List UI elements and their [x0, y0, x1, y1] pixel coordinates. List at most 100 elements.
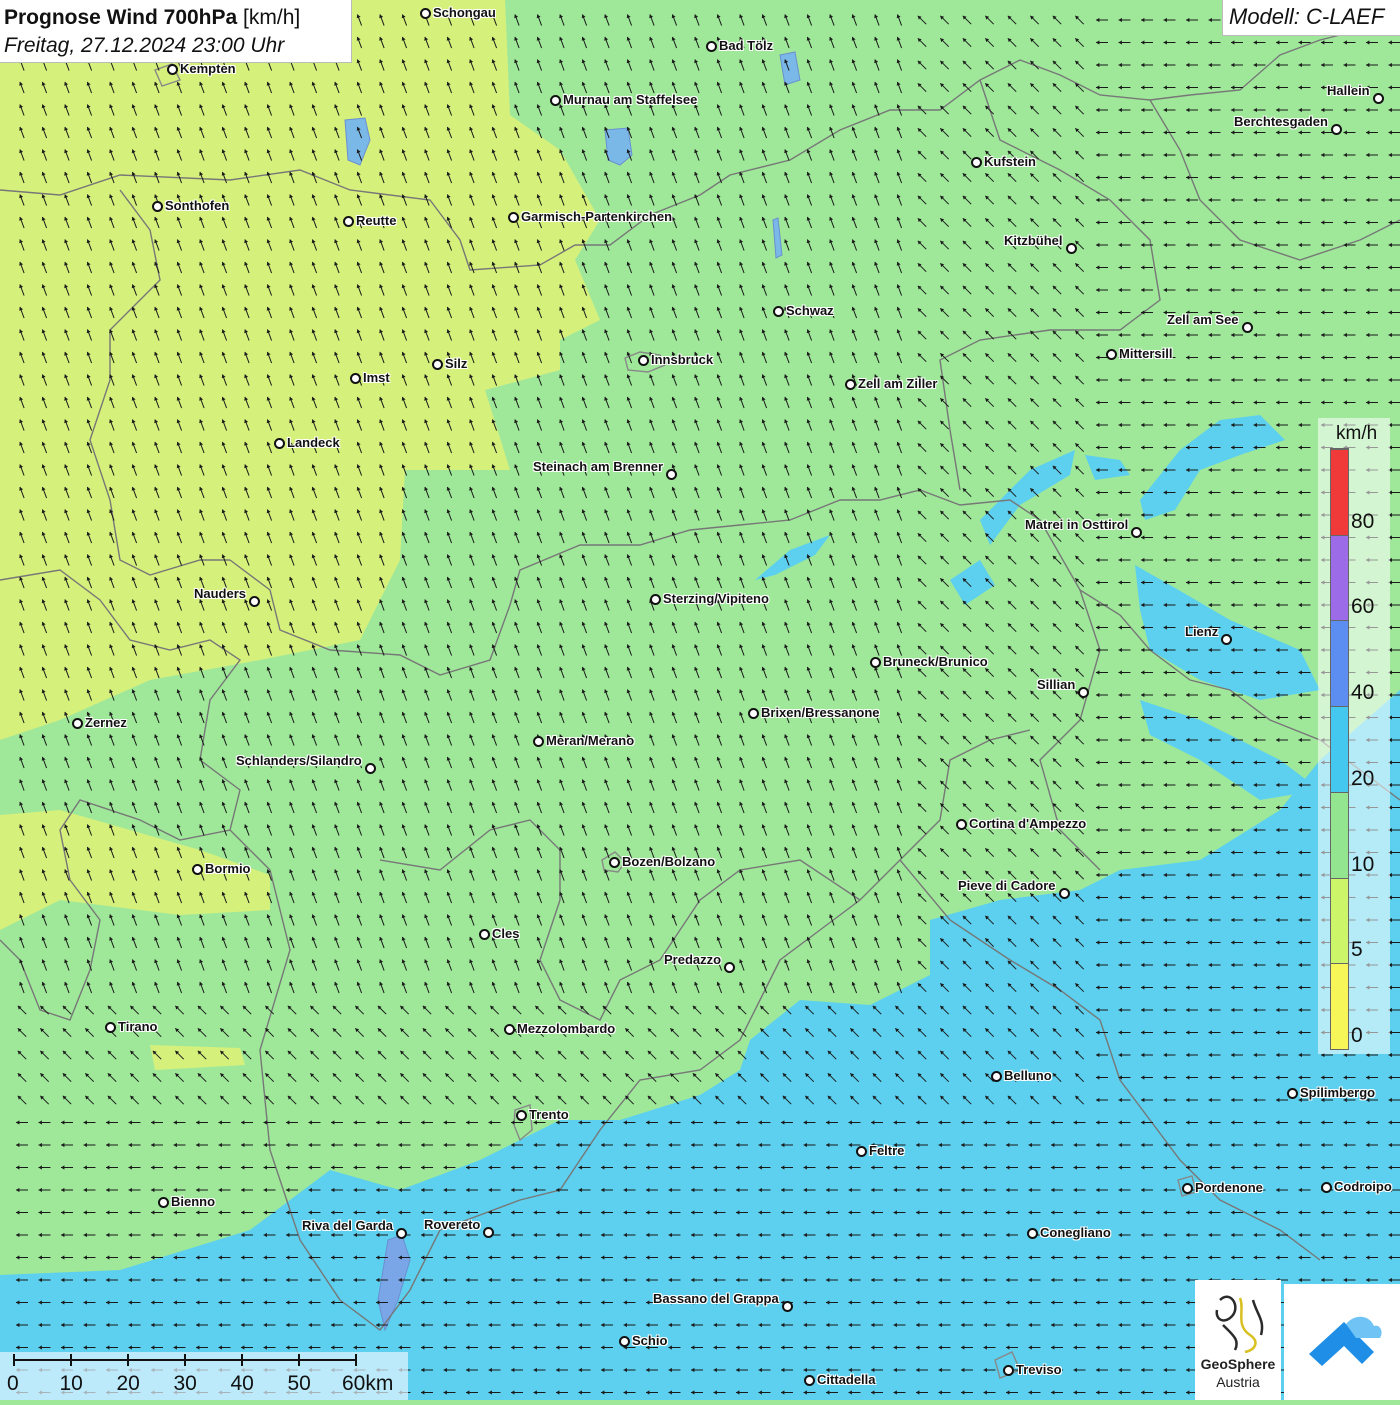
city-marker-zell-am-ziller: [845, 379, 856, 390]
city-label-bormio: Bormio: [205, 861, 251, 876]
city-label-cortina: Cortina d'Ampezzo: [969, 816, 1087, 831]
city-label-bassano: Bassano del Grappa: [653, 1291, 779, 1306]
city-marker-bruneck: [870, 657, 881, 668]
legend-label: 20: [1351, 766, 1375, 790]
city-marker-brixen: [748, 708, 759, 719]
city-label-tirano: Tirano: [118, 1019, 158, 1034]
city-marker-cortina: [956, 819, 967, 830]
city-label-murnau: Murnau am Staffelsee: [563, 92, 698, 107]
city-marker-schlanders: [365, 763, 376, 774]
city-marker-garmisch: [508, 212, 519, 223]
city-label-innsbruck: Innsbruck: [651, 352, 714, 367]
city-label-feltre: Feltre: [869, 1143, 905, 1158]
city-marker-sterzing: [650, 594, 661, 605]
title-line: Prognose Wind 700hPa [km/h]: [4, 4, 351, 32]
legend-segment: [1331, 534, 1348, 621]
legend-label: 0: [1351, 1024, 1363, 1047]
scale-label: 0: [7, 1372, 19, 1395]
city-marker-landeck: [274, 438, 285, 449]
city-label-mezzolombardo: Mezzolombardo: [517, 1021, 616, 1036]
city-marker-bassano: [782, 1301, 793, 1312]
city-label-pieve-di-cadore: Pieve di Cadore: [958, 878, 1056, 893]
forecast-datetime: Freitag, 27.12.2024 23:00 Uhr: [4, 34, 285, 57]
city-marker-mezzolombardo: [504, 1024, 515, 1035]
wind-app-logo: [1284, 1284, 1400, 1400]
city-label-zell-am-ziller: Zell am Ziller: [858, 376, 938, 391]
city-marker-cles: [479, 929, 490, 940]
city-label-matrei: Matrei in Osttirol: [1025, 517, 1129, 532]
city-marker-feltre: [856, 1146, 867, 1157]
legend-segment: [1331, 877, 1348, 964]
city-label-schongau: Schongau: [433, 5, 496, 20]
city-marker-hallein: [1373, 93, 1384, 104]
city-marker-schongau: [420, 8, 431, 19]
city-marker-zell-am-see: [1242, 322, 1253, 333]
city-marker-bozen: [609, 857, 620, 868]
city-label-mittersill: Mittersill: [1119, 346, 1173, 361]
city-marker-trento: [516, 1110, 527, 1121]
legend-segment: [1331, 963, 1348, 1049]
city-label-trento: Trento: [529, 1107, 569, 1122]
city-marker-mittersill: [1106, 349, 1117, 360]
city-marker-pieve-di-cadore: [1059, 888, 1070, 899]
city-label-garmisch: Garmisch-Partenkirchen: [521, 209, 673, 224]
city-label-belluno: Belluno: [1004, 1068, 1052, 1083]
city-label-zernez: Zernez: [85, 715, 127, 730]
city-marker-cittadella: [804, 1375, 815, 1386]
city-label-kempten: Kempten: [180, 61, 236, 76]
city-marker-belluno: [991, 1071, 1002, 1082]
city-label-conegliano: Conegliano: [1040, 1225, 1111, 1240]
city-marker-bienno: [158, 1197, 169, 1208]
city-label-hallein: Hallein: [1327, 83, 1370, 98]
city-marker-nauders: [249, 596, 260, 607]
city-marker-imst: [350, 373, 361, 384]
legend-segment: [1331, 449, 1348, 535]
city-marker-murnau: [550, 95, 561, 106]
city-label-bruneck: Bruneck/Brunico: [883, 654, 988, 669]
legend-segment: [1331, 706, 1348, 792]
city-marker-meran: [533, 736, 544, 747]
logo-name-line1: GeoSphere: [1200, 1356, 1276, 1372]
city-label-cittadella: Cittadella: [817, 1372, 876, 1387]
legend-label: 5: [1351, 938, 1363, 962]
legend-unit: km/h: [1336, 423, 1378, 444]
city-label-zell-am-see: Zell am See: [1167, 312, 1239, 327]
city-label-bad-toelz: Bad Tölz: [719, 38, 774, 53]
city-marker-spilimbergo: [1287, 1088, 1298, 1099]
city-label-reutte: Reutte: [356, 213, 397, 228]
city-marker-pordenone: [1182, 1183, 1193, 1194]
city-label-kufstein: Kufstein: [984, 154, 1036, 169]
city-label-rovereto: Rovereto: [424, 1217, 481, 1232]
city-marker-sonthofen: [152, 201, 163, 212]
city-marker-steinach: [666, 469, 677, 480]
map-title: Prognose Wind 700hPa: [4, 6, 238, 29]
city-marker-tirano: [105, 1022, 116, 1033]
legend-segment: [1331, 791, 1348, 878]
city-label-berchtesgaden: Berchtesgaden: [1234, 114, 1328, 129]
city-label-bienno: Bienno: [171, 1194, 216, 1209]
legend-label: 40: [1351, 681, 1375, 705]
city-marker-reutte: [343, 216, 354, 227]
city-label-codroipo: Codroipo: [1334, 1179, 1392, 1194]
legend-label: 80: [1351, 509, 1375, 533]
city-marker-bormio: [192, 864, 203, 875]
city-marker-riva: [396, 1228, 407, 1239]
scale-label: 60km: [342, 1372, 394, 1395]
city-marker-kufstein: [971, 157, 982, 168]
title-panel: Prognose Wind 700hPa [km/h] Freitag, 27.…: [0, 0, 352, 63]
city-label-landeck: Landeck: [287, 435, 340, 450]
wind-app-logo-icon: [1309, 1316, 1382, 1366]
scale-label: 30: [173, 1372, 197, 1395]
scale-label: 20: [116, 1372, 140, 1395]
scale-label: 10: [59, 1372, 83, 1395]
legend-color-bar: [1330, 448, 1349, 1050]
city-label-riva: Riva del Garda: [302, 1218, 394, 1233]
city-label-sillian: Sillian: [1037, 677, 1076, 692]
city-label-schlanders: Schlanders/Silandro: [236, 753, 362, 768]
city-label-silz: Silz: [445, 356, 468, 371]
city-label-kitzbuehel: Kitzbühel: [1004, 233, 1063, 248]
city-label-steinach: Steinach am Brenner: [533, 459, 664, 474]
city-marker-treviso: [1003, 1365, 1014, 1376]
city-label-lienz: Lienz: [1185, 624, 1219, 639]
legend-label: 60: [1351, 595, 1375, 619]
